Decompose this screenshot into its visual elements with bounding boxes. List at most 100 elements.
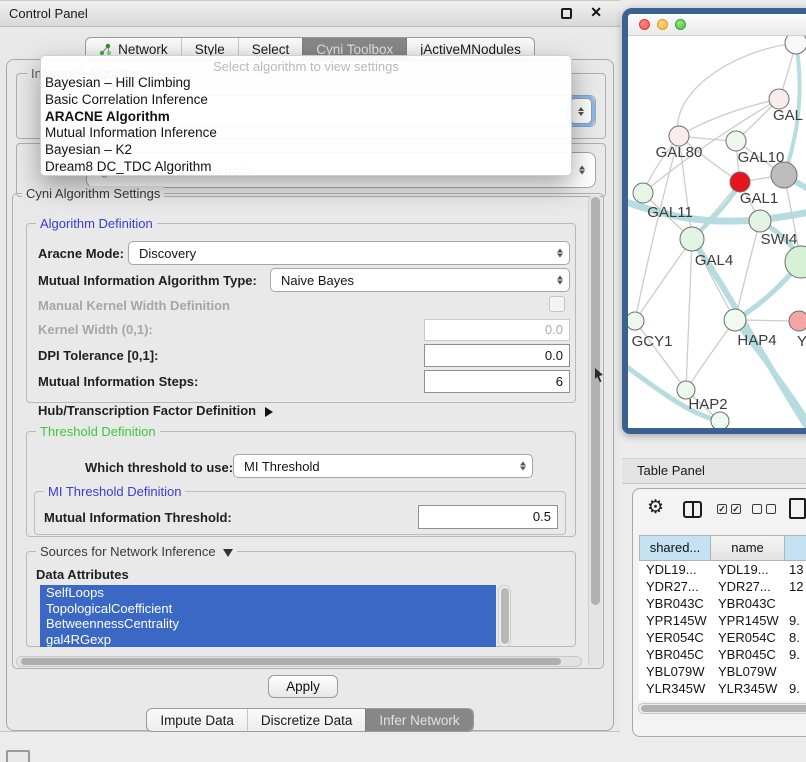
network-node[interactable] <box>769 89 789 109</box>
table-cell: YPR145W <box>711 612 785 629</box>
deselect-all-icon[interactable] <box>752 504 776 514</box>
dpi-tolerance-label: DPI Tolerance [0,1]: <box>38 348 158 363</box>
cyni-mode-tabs: Impute Data Discretize Data Infer Networ… <box>0 708 620 732</box>
window-close-button[interactable] <box>639 19 650 30</box>
attribute-item[interactable]: SelfLoops <box>40 585 496 601</box>
table-cell: YIL052C <box>639 697 711 701</box>
combo-open-button[interactable] <box>570 98 592 124</box>
attribute-item[interactable]: gal4RGexp <box>40 632 496 648</box>
select-all-icon[interactable]: ✓✓ <box>717 504 741 514</box>
column-layout-icon[interactable] <box>683 501 702 518</box>
table-cell: YBL079W <box>639 663 711 680</box>
attribute-item[interactable]: BetweennessCentrality <box>40 616 496 632</box>
table-cell: YIL052C <box>711 697 785 701</box>
network-node[interactable] <box>633 183 653 203</box>
network-node[interactable] <box>711 412 729 428</box>
network-node[interactable] <box>726 131 746 151</box>
table-cell: YDR27... <box>711 578 785 595</box>
table-cell: YBR043C <box>711 595 785 612</box>
chevron-updown-icon <box>579 166 585 175</box>
window-zoom-button[interactable] <box>675 19 686 30</box>
settings-horizontal-scrollbar[interactable] <box>16 656 582 667</box>
column-header[interactable]: shared... <box>639 535 711 561</box>
mi-threshold-field[interactable]: 0.5 <box>418 505 558 529</box>
network-node[interactable] <box>724 309 746 331</box>
chevron-updown-icon <box>520 462 526 471</box>
table-row[interactable]: YBL079WYBL079W <box>639 663 806 680</box>
mi-type-select[interactable]: Naive Bayes <box>270 268 570 292</box>
minimized-panel-icon[interactable] <box>6 750 30 762</box>
list-vertical-scrollbar[interactable] <box>498 585 511 647</box>
network-node[interactable] <box>789 311 806 331</box>
network-window-titlebar[interactable] <box>628 14 806 36</box>
attribute-item[interactable]: TopologicalCoefficient <box>40 601 496 617</box>
algorithm-option[interactable]: Mutual Information Inference <box>41 125 571 142</box>
table-horizontal-scrollbar[interactable] <box>638 703 806 714</box>
table-cell: YER054C <box>711 629 785 646</box>
algorithm-option[interactable]: Dream8 DC_TDC Algorithm <box>41 159 571 176</box>
algorithm-option[interactable]: Basic Correlation Inference <box>41 92 571 109</box>
table-row[interactable]: YPR145WYPR145W9. <box>639 612 806 629</box>
column-header[interactable]: name <box>711 535 785 561</box>
algorithm-option[interactable]: Bayesian – Hill Climbing <box>41 75 571 92</box>
table-cell <box>785 595 806 612</box>
table-row[interactable]: YBR043CYBR043C <box>639 595 806 612</box>
table-cell <box>785 663 806 680</box>
application-window: Control Panel ✕ <box>0 0 806 762</box>
hub-definition-toggle[interactable]: Hub/Transcription Factor Definition <box>38 403 273 418</box>
dpi-tolerance-field[interactable]: 0.0 <box>424 344 570 367</box>
aracne-mode-select[interactable]: Discovery <box>128 241 570 265</box>
tab-infer-network[interactable]: Infer Network <box>365 709 472 731</box>
kernel-width-field[interactable]: 0.0 <box>424 319 570 341</box>
algorithm-option[interactable]: ARACNE Algorithm <box>41 109 571 126</box>
data-attributes-list[interactable]: SelfLoopsTopologicalCoefficientBetweenne… <box>40 585 496 647</box>
tab-impute-data[interactable]: Impute Data <box>147 709 247 731</box>
network-node[interactable] <box>771 162 797 188</box>
algorithm-option[interactable]: Bayesian – K2 <box>41 142 571 159</box>
network-node[interactable] <box>680 227 704 251</box>
table-cell: 0. <box>785 697 806 701</box>
scrollbar-thumb[interactable] <box>641 705 806 712</box>
network-node[interactable] <box>669 126 689 146</box>
scrollbar-thumb[interactable] <box>591 197 600 605</box>
close-icon[interactable]: ✕ <box>590 4 602 21</box>
manual-kernel-checkbox[interactable] <box>549 296 565 312</box>
table-row[interactable]: YDL19...YDL19...13 <box>639 561 806 578</box>
table-row[interactable]: YLR345WYLR345W9. <box>639 680 806 697</box>
window-minimize-button[interactable] <box>657 19 668 30</box>
sources-title[interactable]: Sources for Network Inference <box>36 544 237 559</box>
node-label: GCY1 <box>632 333 673 350</box>
settings-vertical-scrollbar[interactable] <box>588 195 602 667</box>
control-panel-title: Control Panel <box>0 1 620 26</box>
algorithm-dropdown-popup: Select algorithm to view settings Bayesi… <box>40 55 572 176</box>
table-cell: 9. <box>785 646 806 663</box>
network-node[interactable] <box>785 36 806 54</box>
table-cell: 13 <box>785 561 806 578</box>
apply-button[interactable]: Apply <box>268 675 338 698</box>
table-row[interactable]: YBR045CYBR045C9. <box>639 646 806 663</box>
settings-group-title: Cyni Algorithm Settings <box>22 186 164 201</box>
table-row[interactable]: YIL052CYIL052C0. <box>639 697 806 701</box>
which-threshold-label: Which threshold to use: <box>85 460 233 475</box>
which-threshold-select[interactable]: MI Threshold <box>233 454 533 478</box>
scrollbar-thumb[interactable] <box>21 658 561 665</box>
scrollbar-thumb[interactable] <box>501 588 509 644</box>
table-header: shared... name <box>639 535 806 561</box>
network-node[interactable] <box>730 172 750 192</box>
network-node[interactable] <box>628 312 644 330</box>
table-cell: YDL19... <box>711 561 785 578</box>
node-label: GAL1 <box>740 190 778 207</box>
file-icon[interactable] <box>789 498 806 519</box>
table-row[interactable]: YER054CYER054C8. <box>639 629 806 646</box>
table-cell: YBR045C <box>639 646 711 663</box>
float-window-icon[interactable] <box>561 8 572 19</box>
mi-steps-field[interactable]: 6 <box>424 370 570 393</box>
table-row[interactable]: YDR27...YDR27...12 <box>639 578 806 595</box>
table-body: YDL19...YDL19...13YDR27...YDR27...12YBR0… <box>639 561 806 701</box>
column-header[interactable] <box>785 535 806 561</box>
gear-icon[interactable]: ⚙ <box>647 497 664 519</box>
tab-discretize-data[interactable]: Discretize Data <box>247 709 366 731</box>
mi-type-label: Mutual Information Algorithm Type: <box>38 273 257 288</box>
network-canvas[interactable]: GALGAL80GAL10GAL1GAL11SWI4GAL4GCY1HAP4YH… <box>628 36 806 428</box>
network-node[interactable] <box>749 210 771 232</box>
